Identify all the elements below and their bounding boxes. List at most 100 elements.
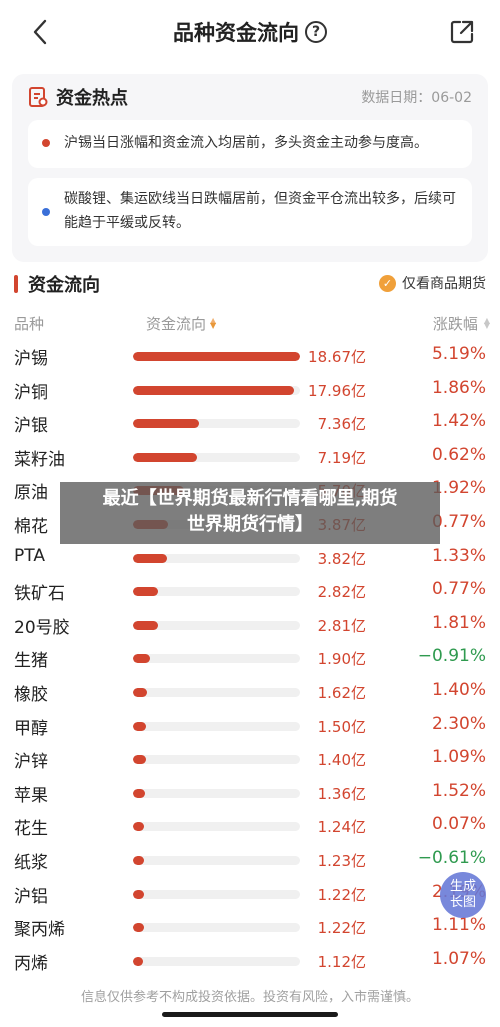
list-item[interactable]: 甲醇 1.50亿 2.30% — [0, 710, 500, 744]
overlay-line2: 世界期货行情】 — [187, 514, 313, 535]
list-item[interactable]: 生猪 1.90亿 −0.91% — [0, 642, 500, 676]
generate-long-image-button[interactable]: 生成 长图 — [440, 872, 486, 918]
change-percent: 2.30% — [431, 713, 486, 734]
title-wrap: 品种资金流向 ? — [173, 17, 327, 47]
change-percent: 1.81% — [431, 612, 486, 633]
flow-bar-track — [133, 788, 300, 798]
share-icon — [450, 20, 474, 44]
list-item[interactable]: 聚丙烯 1.22亿 1.11% — [0, 911, 500, 945]
list-item[interactable]: 沪铜 17.96亿 1.86% — [0, 374, 500, 408]
flow-bar-track — [133, 352, 300, 361]
share-button[interactable] — [448, 18, 476, 46]
change-percent: 0.07% — [431, 814, 486, 835]
change-percent: 1.07% — [431, 948, 486, 969]
bullet-dot-icon — [42, 139, 50, 147]
home-indicator — [162, 1012, 338, 1017]
list-item[interactable]: 沪铝1.22亿2.19% — [0, 878, 500, 912]
overlay-line1: 最近【世界期货最新行情看哪里,期货 — [102, 488, 398, 509]
flow-amount: 1.24亿 — [317, 818, 366, 837]
flow-bar — [133, 419, 199, 429]
flow-bar-track — [133, 755, 300, 765]
flow-bar-track — [133, 553, 300, 563]
hot-title: 资金热点 — [56, 88, 128, 109]
flow-bar — [133, 452, 198, 462]
commodity-name: PTA — [14, 545, 45, 566]
document-chart-icon — [29, 87, 48, 107]
fab-line2: 长图 — [449, 895, 476, 910]
flow-amount: 2.81亿 — [317, 616, 366, 635]
list-item[interactable]: 纸浆 1.23亿 −0.61% — [0, 844, 500, 878]
column-pct-label: 涨跌幅 — [432, 314, 478, 333]
commodity-name: 纸浆 — [14, 853, 48, 873]
flow-bar — [133, 654, 150, 664]
list-item[interactable]: 沪锡 18.67亿 5.19% — [0, 340, 500, 374]
flow-amount: 1.22亿 — [317, 885, 366, 904]
commodity-name: 花生 — [14, 819, 48, 840]
flow-bar-track — [133, 419, 300, 429]
commodity-name: 沪银 — [14, 416, 48, 437]
list-item[interactable]: 苹果 1.36亿 1.52% — [0, 777, 500, 811]
sort-icon: ▲ ▼ — [483, 316, 490, 330]
commodity-name: 棉花 — [14, 517, 48, 537]
list-item[interactable]: 丙烯 1.12亿 1.07% — [0, 945, 500, 979]
flow-amount: 1.23亿 — [317, 852, 366, 870]
flow-bar — [133, 788, 146, 798]
flow-title: 资金流向 — [28, 275, 100, 296]
change-percent: 1.92% — [431, 478, 486, 499]
help-icon[interactable]: ? — [305, 21, 327, 43]
flow-bar — [133, 352, 300, 361]
section-marker — [14, 275, 18, 293]
change-percent: 5.19% — [431, 344, 486, 364]
flow-bar-track — [133, 923, 300, 933]
commodity-name: 沪锡 — [14, 349, 48, 369]
flow-bar-track — [133, 587, 300, 597]
only-goods-label: 仅看商品期货 — [402, 276, 486, 292]
flow-bar-track — [133, 721, 300, 731]
bullet-dot-icon — [42, 208, 50, 216]
list-item[interactable]: 沪银 7.36亿 1.42% — [0, 407, 500, 441]
back-button[interactable] — [26, 18, 54, 46]
hot-item-text: 沪锡当日涨幅和资金流入均居前，多头资金主动参与度高。 — [64, 135, 428, 151]
list-item[interactable]: 花生 1.24亿 0.07% — [0, 810, 500, 844]
flow-bar — [133, 923, 144, 933]
only-goods-toggle[interactable]: ✓ 仅看商品期货 — [379, 273, 486, 293]
flow-bar-track — [133, 452, 300, 462]
fab-line1: 生成 — [449, 879, 476, 894]
commodity-name: 沪铝 — [14, 886, 48, 907]
column-header-pct[interactable]: 涨跌幅 ▲ ▼ — [433, 312, 490, 334]
commodity-name: 橡胶 — [14, 685, 48, 705]
commodity-name: 铁矿石 — [14, 584, 65, 605]
commodity-name: 沪锌 — [14, 752, 48, 773]
commodity-name: 丙烯 — [14, 953, 48, 974]
flow-bar — [133, 721, 147, 731]
flow-bar-track — [133, 654, 300, 664]
list-item[interactable]: 橡胶 1.62亿 1.40% — [0, 676, 500, 710]
flow-bar — [133, 956, 144, 966]
column-header-name: 品种 — [14, 312, 44, 334]
list-item[interactable]: 20号胶 2.81亿 1.81% — [0, 609, 500, 643]
list-item[interactable]: 铁矿石 2.82亿 0.77% — [0, 575, 500, 609]
column-header-flow[interactable]: 资金流向 ▲ ▼ — [146, 312, 216, 334]
flow-amount: 1.12亿 — [317, 952, 366, 971]
list-item[interactable]: PTA 3.82亿 1.33% — [0, 542, 500, 576]
flow-bar — [133, 822, 145, 832]
list-item[interactable]: 菜籽油 7.19亿 0.62% — [0, 441, 500, 475]
hot-item: 碳酸锂、集运欧线当日跌幅居前，但资金平仓流出较多，后续可能趋于平缓或反转。 — [28, 178, 472, 246]
flow-bar — [133, 755, 146, 765]
list-item[interactable]: 沪锌 1.40亿 1.09% — [0, 743, 500, 777]
hot-item-text: 碳酸锂、集运欧线当日跌幅居前，但资金平仓流出较多，后续可能趋于平缓或反转。 — [64, 191, 456, 231]
change-percent: 1.33% — [431, 545, 486, 566]
change-percent: 1.09% — [431, 747, 486, 768]
commodity-name: 聚丙烯 — [14, 920, 65, 941]
flow-amount: 17.96亿 — [308, 381, 366, 400]
change-percent: −0.91% — [417, 646, 486, 667]
flow-bar-track — [133, 889, 300, 899]
flow-bar-track — [133, 956, 300, 966]
column-flow-label: 资金流向 — [146, 314, 207, 333]
flow-amount: 18.67亿 — [308, 348, 366, 366]
sort-icon: ▲ ▼ — [210, 316, 217, 330]
hot-card: 资金热点 数据日期：06-02 沪锡当日涨幅和资金流入均居前，多头资金主动参与度… — [12, 74, 488, 262]
flow-bar — [133, 856, 144, 865]
data-date: 数据日期：06-02 — [361, 90, 472, 106]
commodity-name: 甲醇 — [14, 718, 48, 739]
